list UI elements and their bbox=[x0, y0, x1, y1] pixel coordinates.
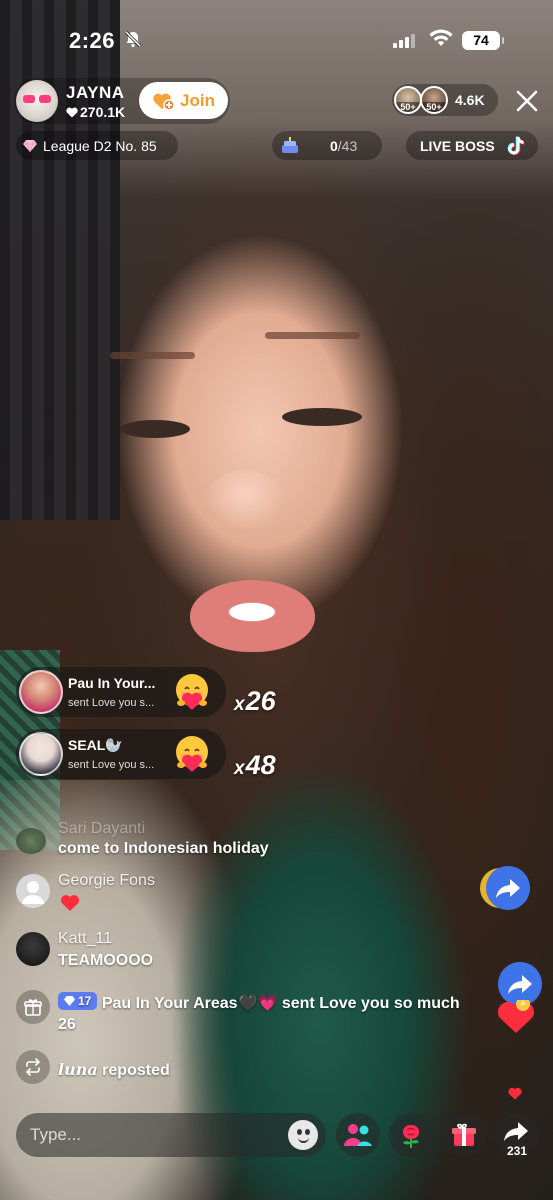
league-badge[interactable]: League D2 No. 85 bbox=[16, 131, 178, 160]
floating-share-button[interactable] bbox=[486, 866, 530, 910]
gift-message-line: 17 Pau In Your Areas🖤💗 sent Love you so … bbox=[58, 992, 460, 1013]
combo-number: 48 bbox=[245, 750, 276, 780]
cellular-signal-icon bbox=[393, 34, 417, 48]
repost-icon bbox=[16, 1050, 50, 1084]
gift-sender-name: Pau In Your... bbox=[68, 675, 156, 691]
guests-icon bbox=[344, 1124, 372, 1146]
viewer-count: 4.6K bbox=[455, 92, 485, 108]
hugging-heart-emoji-icon bbox=[176, 736, 208, 772]
gift-description: sent Love you s... bbox=[68, 697, 155, 709]
user-level: 17 bbox=[78, 994, 92, 1008]
commenter-avatar[interactable] bbox=[16, 828, 46, 854]
rose-icon bbox=[403, 1125, 419, 1148]
gift-card[interactable]: SEAL🦭 sent Love you s... bbox=[16, 729, 226, 779]
share-count: 231 bbox=[506, 1144, 528, 1158]
comment-placeholder: Type... bbox=[30, 1125, 82, 1144]
host-likes-count: 270.1K bbox=[80, 104, 126, 120]
diamond-icon bbox=[23, 139, 37, 152]
viewer-badge-1: 50+ bbox=[396, 102, 420, 112]
emoji-button[interactable] bbox=[288, 1120, 318, 1150]
live-goal[interactable]: 0/43 bbox=[272, 131, 382, 160]
goal-current: 0 bbox=[330, 138, 338, 154]
live-boss-badge[interactable]: LIVE BOSS bbox=[406, 131, 538, 160]
sunglasses-icon bbox=[23, 95, 51, 103]
floating-heart-icon bbox=[508, 1087, 522, 1100]
combo-prefix: x bbox=[234, 694, 245, 715]
top-viewer-avatar-2[interactable]: 50+ bbox=[420, 86, 448, 114]
gift-message-text: Pau In Your Areas🖤💗 sent Love you so muc… bbox=[101, 995, 460, 1012]
gift-description: sent Love you s... bbox=[68, 759, 155, 771]
default-avatar-icon bbox=[22, 881, 44, 904]
commenter-avatar[interactable] bbox=[16, 874, 50, 908]
close-icon[interactable] bbox=[512, 86, 542, 116]
emoji-smile-icon bbox=[298, 1137, 309, 1143]
live-boss-label: LIVE BOSS bbox=[420, 137, 495, 154]
gift-sender-name: SEAL🦭 bbox=[68, 737, 123, 753]
gift-button[interactable] bbox=[442, 1113, 486, 1157]
combo-number: 26 bbox=[245, 686, 276, 716]
goal-progress: 0/43 bbox=[330, 138, 357, 154]
right-eye bbox=[282, 408, 362, 426]
status-bar: 2:26 74 bbox=[0, 0, 553, 82]
wifi-icon bbox=[429, 29, 453, 46]
level-diamond-icon bbox=[64, 996, 75, 1006]
share-arrow-icon bbox=[504, 1122, 528, 1141]
red-heart-emoji-icon bbox=[60, 895, 80, 911]
heart-icon bbox=[66, 107, 78, 118]
gift-sender-avatar[interactable] bbox=[19, 732, 63, 776]
join-label: Join bbox=[180, 90, 215, 110]
commenter-name: Sari Dayanti bbox=[58, 820, 146, 837]
league-label: League D2 No. 85 bbox=[43, 137, 157, 154]
combo-prefix: x bbox=[234, 758, 245, 779]
status-time: 2:26 bbox=[69, 28, 116, 53]
gift-card[interactable]: Pau In Your... sent Love you s... bbox=[16, 667, 226, 717]
right-eyebrow bbox=[265, 332, 360, 339]
left-eyebrow bbox=[110, 352, 195, 359]
commenter-name: Katt_11 bbox=[58, 930, 112, 947]
repost-line: luna reposted bbox=[58, 1060, 170, 1080]
nose bbox=[205, 470, 285, 530]
gift-sender-avatar[interactable] bbox=[19, 670, 63, 714]
hugging-heart-emoji-icon bbox=[176, 674, 208, 710]
commenter-name: Georgie Fons bbox=[58, 872, 155, 889]
share-arrow-icon bbox=[496, 879, 520, 898]
repost-system-message[interactable]: luna reposted bbox=[16, 1048, 266, 1088]
gift-message-count: 26 bbox=[58, 1016, 76, 1033]
silent-bell-icon bbox=[124, 30, 142, 48]
comment-text: come to Indonesian holiday bbox=[58, 840, 269, 857]
gift-combo-count: x48 bbox=[234, 750, 276, 781]
top-viewer-avatar-1[interactable]: 50+ bbox=[394, 86, 422, 114]
comment-input[interactable]: Type... bbox=[16, 1113, 326, 1157]
viewer-list[interactable]: 50+ 50+ 4.6K bbox=[392, 84, 498, 116]
commenter-avatar[interactable] bbox=[16, 932, 50, 966]
comment-item[interactable]: Sari Dayanti come to Indonesian holiday bbox=[16, 820, 316, 862]
gift-box-icon bbox=[16, 990, 50, 1024]
comment-item[interactable]: Georgie Fons bbox=[16, 872, 266, 914]
host-likes: 270.1K bbox=[66, 104, 125, 120]
repost-text: reposted bbox=[102, 1062, 170, 1079]
host-avatar[interactable] bbox=[16, 80, 58, 122]
gift-system-message[interactable]: 17 Pau In Your Areas🖤💗 sent Love you so … bbox=[16, 986, 496, 1038]
gift-combo-count: x26 bbox=[234, 686, 276, 717]
multi-guest-button[interactable] bbox=[336, 1113, 380, 1157]
viewer-badge-2: 50+ bbox=[422, 102, 446, 112]
comment-item[interactable]: Katt_11 TEAMOOOO bbox=[16, 930, 266, 972]
comment-text: TEAMOOOO bbox=[58, 952, 154, 969]
rose-gift-button[interactable] bbox=[389, 1113, 433, 1157]
mouth bbox=[190, 580, 315, 652]
goal-total: /43 bbox=[337, 138, 358, 154]
fan-club-heart-icon bbox=[153, 93, 175, 111]
left-eye bbox=[120, 420, 190, 438]
cake-icon bbox=[282, 137, 298, 153]
share-button[interactable]: 231 bbox=[495, 1113, 539, 1158]
host-name: JAYNA bbox=[66, 83, 125, 102]
join-button[interactable]: Join bbox=[139, 82, 228, 119]
floating-heart-emoji-icon bbox=[498, 1000, 534, 1033]
battery-indicator: 74 bbox=[462, 31, 504, 50]
repost-user: luna bbox=[58, 1060, 98, 1079]
user-level-badge: 17 bbox=[58, 992, 98, 1010]
tiktok-logo-icon bbox=[507, 135, 524, 155]
gift-box-icon bbox=[452, 1123, 476, 1146]
